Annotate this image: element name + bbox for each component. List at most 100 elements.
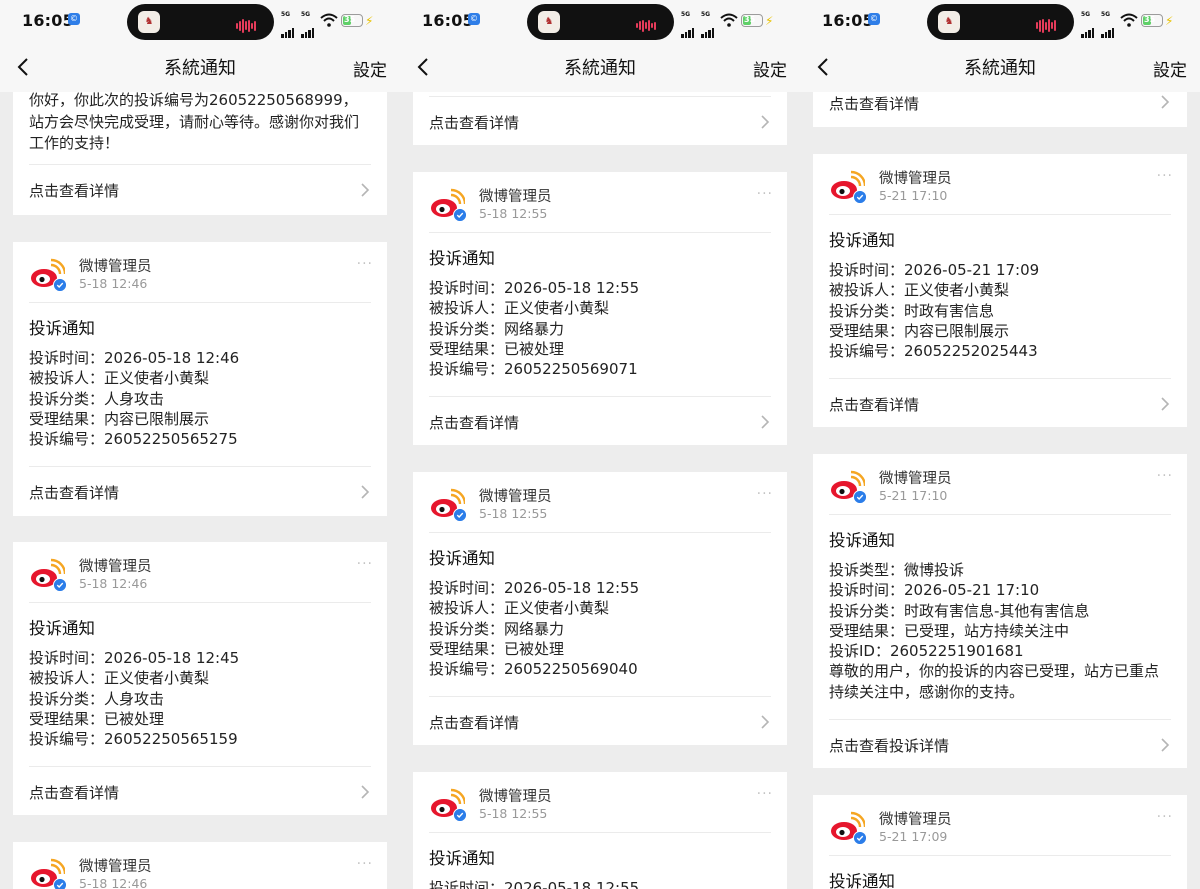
more-dots-icon[interactable]: ···	[357, 556, 373, 572]
notice-line: 受理结果：已受理，站方持续关注中	[829, 621, 1070, 640]
wifi-icon	[320, 13, 338, 27]
dynamic-island: ♞	[527, 4, 674, 40]
view-details-row[interactable]: 点击查看详情	[413, 697, 787, 747]
card-header: 微博管理员 5-21 17:10 ···	[813, 154, 1187, 214]
app-thumbnail-icon: ♞	[138, 11, 160, 33]
notice-line: 投诉时间：2026-05-18 12:55	[429, 579, 640, 597]
sender-name: 微博管理员	[479, 489, 552, 505]
chevron-right-icon	[361, 485, 370, 499]
page-title: 系統通知	[164, 58, 236, 79]
notice-message: 尊敬的用户，你的投诉的内容已受理，站方已重点持续关注中，感谢你的支持。	[829, 662, 1160, 701]
notice-line: 投诉分类：时政有害信息	[829, 301, 995, 320]
view-details-row[interactable]: 点击查看详情	[13, 767, 387, 817]
sender-name: 微博管理员	[879, 812, 952, 828]
more-dots-icon[interactable]: ···	[1157, 468, 1173, 484]
more-dots-icon[interactable]: ···	[757, 786, 773, 802]
screenshot-collage: 你好，你此次的投诉编号为26052250568999，站方会尽快完成受理，请耐心…	[0, 0, 1200, 889]
notice-line: 投诉编号：26052250569040	[429, 660, 638, 679]
view-details-row[interactable]: 点击查看详情	[413, 97, 787, 145]
notice-line: 被投诉人：正义使者小黄梨	[429, 599, 610, 618]
sender-name: 微博管理员	[79, 259, 152, 275]
charging-icon: ⚡	[365, 14, 374, 28]
card-body: 投诉通知 投诉时间：2026-05-18 12:45 被投诉人：正义使者小黄梨 …	[13, 603, 387, 766]
card-header: 微博管理员 5-21 17:10 ···	[813, 454, 1187, 514]
verified-badge-icon	[453, 808, 467, 822]
view-details-row[interactable]: 点击查看详情	[413, 397, 787, 447]
notice-date: 5-18 12:55	[479, 506, 548, 521]
chevron-right-icon	[1161, 738, 1170, 752]
audio-wave-icon	[636, 15, 662, 32]
complaint-notice-card: 微博管理员 5-18 12:55 ··· 投诉通知 投诉时间：2026-05-1…	[413, 472, 787, 745]
complaint-notice-card: 微博管理员 5-18 12:46 ···	[13, 842, 387, 889]
sender-name: 微博管理员	[479, 789, 552, 805]
notification-badge-icon: ©	[468, 13, 480, 25]
notice-title: 投诉通知	[429, 849, 495, 868]
signal-icon: 5G	[681, 11, 703, 38]
settings-button[interactable]: 設定	[1153, 56, 1187, 81]
intro-notice-text: 你好，你此次的投诉编号为26052250568999，站方会尽快完成受理，请耐心…	[29, 91, 360, 152]
settings-button[interactable]: 設定	[353, 56, 387, 81]
card-header: 微博管理员 5-18 12:46 ···	[13, 542, 387, 602]
battery-icon: 35	[341, 14, 363, 27]
view-details-label: 点击查看详情	[429, 714, 520, 732]
more-dots-icon[interactable]: ···	[757, 486, 773, 502]
notice-line: 投诉编号：26052250565275	[29, 430, 238, 449]
audio-wave-icon	[1036, 15, 1062, 33]
notice-line: 投诉时间：2026-05-21 17:10	[829, 581, 1040, 600]
card-header: 微博管理员 5-21 17:09 ···	[813, 795, 1187, 855]
dynamic-island: ♞	[127, 4, 274, 40]
complaint-notice-card: 微博管理员 5-21 17:10 ··· 投诉通知 投诉类型：微博投诉 投诉时间…	[813, 454, 1187, 768]
phone-screen-2: 点击查看详情 微博管理员 5-18 12:55 ··· 投诉通知 投诉时间：20…	[400, 0, 800, 889]
chevron-right-icon	[761, 715, 770, 729]
chevron-right-icon	[361, 183, 370, 197]
notice-line: 受理结果：内容已限制展示	[829, 321, 1010, 340]
notice-line: 投诉分类：网络暴力	[429, 319, 565, 338]
notice-line: 投诉时间：2026-05-21 17:09	[829, 261, 1040, 279]
notice-line: 投诉ID：26052251901681	[829, 642, 1024, 661]
view-details-row[interactable]: 点击查看详情	[13, 467, 387, 517]
navigation-bar: 系統通知 設定	[800, 46, 1200, 90]
card-body: 投诉通知	[813, 856, 1187, 889]
app-thumbnail-icon: ♞	[938, 11, 960, 33]
notice-line: 投诉时间：2026-05-18 12:46	[29, 349, 240, 367]
view-details-label: 点击查看详情	[29, 484, 120, 502]
view-details-row[interactable]: 点击查看详情	[13, 165, 387, 215]
card-body: 投诉通知 投诉类型：微博投诉 投诉时间：2026-05-21 17:10 投诉分…	[813, 515, 1187, 719]
more-dots-icon[interactable]: ···	[357, 856, 373, 872]
sender-name: 微博管理员	[879, 171, 952, 187]
card-body: 投诉通知 投诉时间：2026-05-18 12:55 被投诉人：正义使者小黄梨 …	[413, 233, 787, 396]
view-details-label: 点击查看投诉详情	[829, 737, 950, 755]
chevron-right-icon	[761, 415, 770, 429]
notice-line: 受理结果：已被处理	[29, 709, 165, 728]
notice-line: 投诉时间：2026-05-18 12:55	[429, 279, 640, 297]
chevron-right-icon	[1161, 95, 1170, 109]
chevron-right-icon	[1161, 397, 1170, 411]
complaint-notice-card: 微博管理员 5-18 12:55 ··· 投诉通知 投诉时间：2026-05-1…	[413, 772, 787, 889]
notice-line: 被投诉人：正义使者小黄梨	[29, 369, 210, 388]
verified-badge-icon	[53, 878, 67, 889]
settings-button[interactable]: 設定	[753, 56, 787, 81]
complaint-notice-card: 微博管理员 5-18 12:55 ··· 投诉通知 投诉时间：2026-05-1…	[413, 172, 787, 445]
more-dots-icon[interactable]: ···	[357, 256, 373, 272]
more-dots-icon[interactable]: ···	[1157, 809, 1173, 825]
notice-line: 投诉类型：微博投诉	[829, 561, 965, 579]
card-header: 微博管理员 5-18 12:55 ···	[413, 772, 787, 832]
notice-date: 5-18 12:46	[79, 876, 148, 889]
notice-date: 5-21 17:10	[879, 188, 948, 203]
notice-line: 投诉编号：26052252025443	[829, 342, 1038, 361]
notice-date: 5-21 17:09	[879, 829, 948, 844]
sender-name: 微博管理员	[879, 471, 952, 487]
verified-badge-icon	[453, 208, 467, 222]
view-complaint-details-row[interactable]: 点击查看投诉详情	[813, 720, 1187, 770]
page-title: 系統通知	[564, 58, 636, 79]
app-thumbnail-icon: ♞	[538, 11, 560, 33]
view-details-label: 点击查看详情	[829, 396, 920, 414]
notification-badge-icon: ©	[68, 13, 80, 25]
notice-line: 受理结果：已被处理	[429, 339, 565, 358]
more-dots-icon[interactable]: ···	[1157, 168, 1173, 184]
view-details-label: 点击查看详情	[429, 114, 520, 132]
notice-line: 投诉分类：网络暴力	[429, 619, 565, 638]
more-dots-icon[interactable]: ···	[757, 186, 773, 202]
notice-date: 5-21 17:10	[879, 488, 948, 503]
view-details-row[interactable]: 点击查看详情	[813, 379, 1187, 429]
